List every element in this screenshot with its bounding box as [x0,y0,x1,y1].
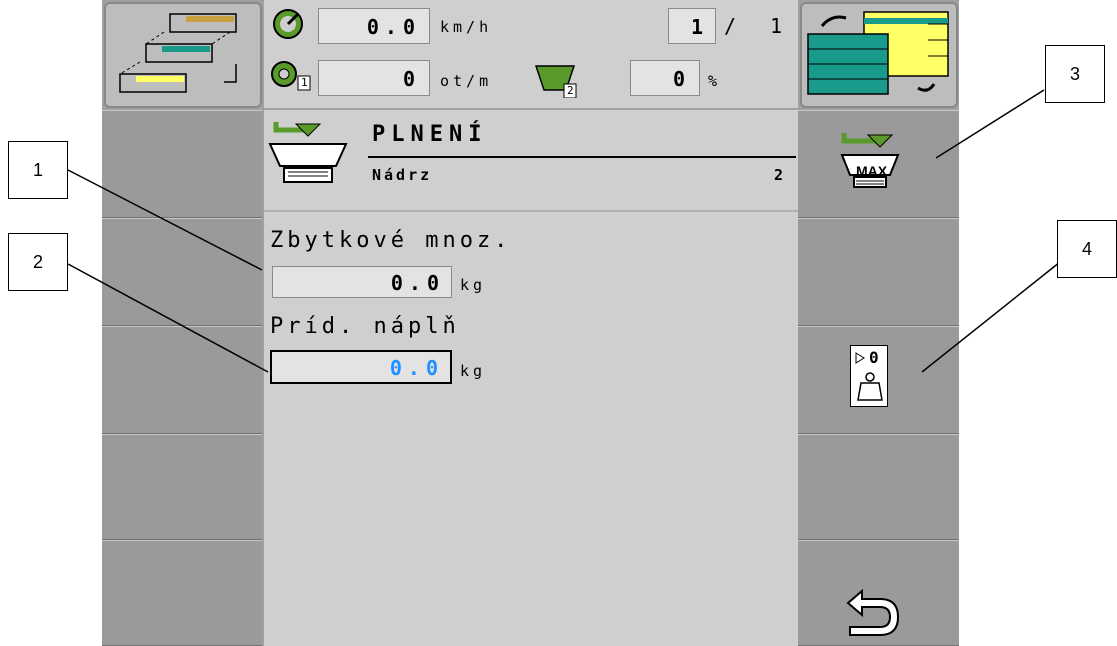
callout-1: 1 [8,141,68,199]
callout-3: 3 [1045,45,1105,103]
callout-lines [67,89,1061,373]
callout-2: 2 [8,233,68,291]
callout-4: 4 [1057,220,1117,278]
